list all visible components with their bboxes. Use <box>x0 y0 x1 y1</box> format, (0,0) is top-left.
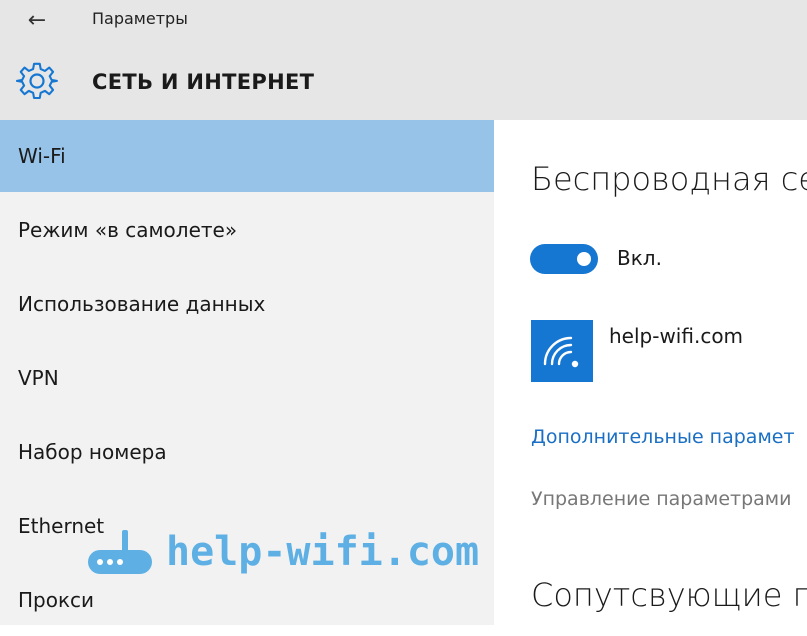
toggle-knob <box>577 252 591 266</box>
network-name[interactable]: help-wifi.com <box>609 324 743 348</box>
sidebar-item-dial-up[interactable]: Набор номера <box>0 416 494 488</box>
sidebar-item-wifi[interactable]: Wi-Fi <box>0 120 494 192</box>
back-button[interactable]: ← <box>20 4 54 36</box>
toggle-label: Вкл. <box>617 246 662 270</box>
sidebar-item-label: Wi-Fi <box>18 144 66 168</box>
advanced-options-link[interactable]: Дополнительные парамет <box>531 426 795 448</box>
page-title: Беспроводная се <box>531 160 807 198</box>
sidebar-item-label: Использование данных <box>18 292 266 316</box>
sidebar-item-label: Набор номера <box>18 440 167 464</box>
router-icon <box>88 530 152 574</box>
arrow-left-icon: ← <box>27 7 47 33</box>
wifi-toggle[interactable] <box>530 244 598 274</box>
sidebar-item-data-usage[interactable]: Использование данных <box>0 268 494 340</box>
main-content: Беспроводная се Вкл. help-wifi.com Допол… <box>494 120 807 625</box>
app-title: Параметры <box>92 9 188 28</box>
network-item[interactable] <box>531 320 593 382</box>
watermark-text: help-wifi.com <box>166 529 480 575</box>
sidebar-item-label: Режим «в самолете» <box>18 218 238 242</box>
wifi-icon <box>543 336 579 368</box>
sidebar-item-label: VPN <box>18 366 59 390</box>
sidebar-item-label: Прокси <box>18 588 95 612</box>
sidebar-item-vpn[interactable]: VPN <box>0 342 494 414</box>
section-title: СЕТЬ И ИНТЕРНЕТ <box>92 70 315 94</box>
watermark: help-wifi.com <box>86 528 479 576</box>
title-bar: ← Параметры СЕТЬ И ИНТЕРНЕТ <box>0 0 807 120</box>
sidebar-item-airplane-mode[interactable]: Режим «в самолете» <box>0 194 494 266</box>
gear-icon <box>16 62 58 100</box>
manage-settings-text: Управление параметрами <box>531 488 792 510</box>
related-settings-heading: Сопутсвующие п <box>531 576 807 614</box>
